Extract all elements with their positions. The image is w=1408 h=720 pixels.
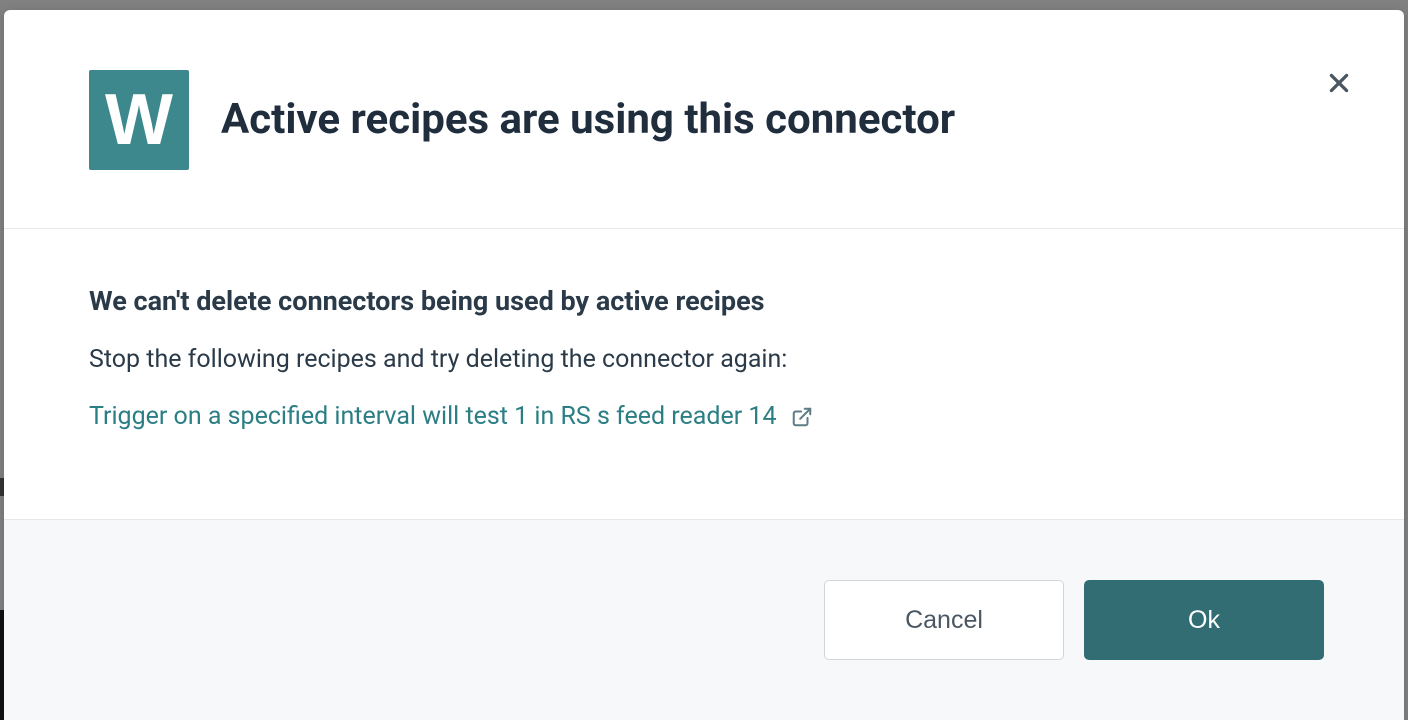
dialog-body-heading: We can't delete connectors being used by… bbox=[89, 285, 1319, 317]
connector-app-icon: W bbox=[89, 70, 189, 170]
cancel-button[interactable]: Cancel bbox=[824, 580, 1064, 660]
external-link-icon bbox=[791, 406, 813, 428]
recipe-link[interactable]: Trigger on a specified interval will tes… bbox=[89, 402, 813, 431]
close-icon bbox=[1326, 70, 1352, 96]
close-button[interactable] bbox=[1324, 68, 1354, 98]
recipe-link-text: Trigger on a specified interval will tes… bbox=[89, 402, 777, 431]
dialog-footer: Cancel Ok bbox=[4, 519, 1404, 720]
dialog-body: We can't delete connectors being used by… bbox=[4, 229, 1404, 519]
connector-app-letter: W bbox=[105, 79, 173, 161]
dialog-instruction: Stop the following recipes and try delet… bbox=[89, 345, 1319, 374]
dialog-header: W Active recipes are using this connecto… bbox=[4, 10, 1404, 229]
ok-button[interactable]: Ok bbox=[1084, 580, 1324, 660]
dialog-title: Active recipes are using this connector bbox=[221, 95, 955, 145]
dialog-modal: W Active recipes are using this connecto… bbox=[4, 10, 1404, 720]
